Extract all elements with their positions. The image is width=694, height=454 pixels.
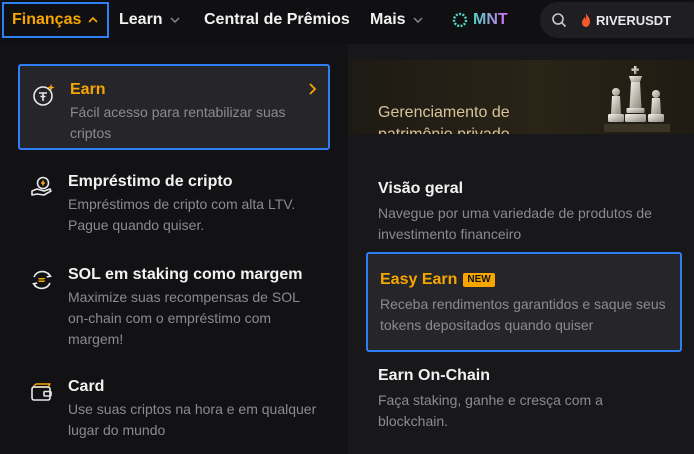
menu-item-title: Empréstimo de cripto: [68, 173, 233, 190]
hot-token-label: RIVERUSDT: [596, 12, 672, 28]
menu-item-desc: Fácil acesso para rentabilizar suas crip…: [70, 104, 286, 141]
banner-line-1: Gerenciamento de: [378, 104, 510, 121]
menu-item-card[interactable]: Card Use suas criptos na hora e em qualq…: [18, 363, 330, 449]
chess-pieces-icon: [604, 66, 670, 132]
banner-title: Gerenciamento de patrimônio privado: [378, 102, 510, 134]
financas-menu-left: Earn Fácil acesso para rentabilizar suas…: [0, 44, 348, 454]
menu-item-desc: Receba rendimentos garantidos e saque se…: [380, 296, 666, 333]
earn-coin-icon: [33, 84, 55, 106]
menu-item-desc: Use suas criptos na hora e em qualquer l…: [68, 401, 317, 438]
flame-icon: [582, 13, 590, 27]
private-wealth-banner[interactable]: Gerenciamento de patrimônio privado: [348, 60, 694, 134]
nav-central-label: Central de Prêmios: [204, 11, 350, 28]
mnt-logo-icon: [452, 12, 468, 28]
search-bar[interactable]: RIVERUSDT: [540, 2, 694, 38]
menu-item-title: Easy Earn: [380, 271, 458, 288]
menu-item-title: SOL em staking como margem: [68, 266, 303, 283]
menu-item-title-row: Easy Earn NEW: [380, 270, 668, 290]
menu-item-title: Earn: [70, 81, 106, 98]
financas-menu-right: Gerenciamento de patrimônio privado: [348, 44, 694, 454]
menu-item-visao-geral[interactable]: Visão geral Navegue por uma variedade de…: [366, 165, 682, 249]
menu-item-earn-on-chain[interactable]: Earn On-Chain Faça staking, ganhe e cres…: [366, 352, 682, 444]
menu-item-desc: Navegue por uma variedade de produtos de…: [378, 205, 652, 242]
nav-learn-label: Learn: [119, 11, 163, 28]
chevron-down-icon: [170, 17, 180, 23]
chevron-right-icon: [309, 83, 317, 95]
menu-item-emprestimo[interactable]: Empréstimo de cripto Empréstimos de crip…: [18, 158, 330, 242]
menu-item-desc: Maximize suas recompensas de SOL on-chai…: [68, 289, 300, 347]
menu-item-title: Card: [68, 378, 105, 395]
banner-line-2: patrimônio privado: [378, 124, 510, 134]
menu-item-earn[interactable]: Earn Fácil acesso para rentabilizar suas…: [18, 64, 330, 150]
nav-mnt[interactable]: MNT: [452, 0, 508, 40]
menu-item-sol-staking[interactable]: SOL em staking como margem Maximize suas…: [18, 251, 330, 357]
nav-learn[interactable]: Learn: [119, 0, 181, 40]
nav-mais-label: Mais: [370, 11, 406, 28]
top-nav: Finanças Learn Central de Prêmios Mais M…: [0, 0, 694, 44]
nav-financas[interactable]: Finanças: [2, 2, 110, 38]
chevron-down-icon: [413, 17, 423, 23]
nav-mais[interactable]: Mais: [370, 0, 424, 40]
card-wallet-icon: [31, 383, 52, 401]
new-badge: NEW: [463, 273, 495, 287]
search-icon: [552, 13, 567, 28]
menu-item-title: Earn On-Chain: [378, 367, 491, 384]
menu-item-title: Visão geral: [378, 180, 464, 197]
nav-financas-label: Finanças: [12, 11, 82, 28]
nav-mnt-label: MNT: [473, 11, 508, 28]
chevron-up-icon: [88, 16, 98, 23]
nav-central-premios[interactable]: Central de Prêmios: [204, 0, 350, 40]
menu-item-desc: Faça staking, ganhe e cresça com a block…: [378, 392, 603, 429]
sol-cycle-icon: [32, 270, 52, 290]
loan-hand-icon: [31, 176, 52, 196]
menu-item-desc: Empréstimos de cripto com alta LTV. Pagu…: [68, 196, 296, 233]
menu-item-easy-earn[interactable]: Easy Earn NEW Receba rendimentos garanti…: [366, 252, 682, 352]
